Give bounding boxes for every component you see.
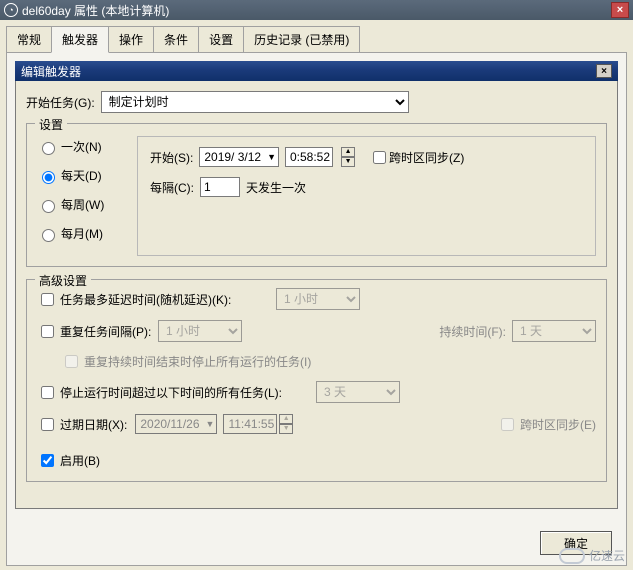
adv-expire-label: 过期日期(X): — [60, 416, 127, 433]
freq-daily[interactable]: 每天(D) — [37, 167, 133, 184]
freq-daily-label: 每天(D) — [61, 167, 102, 184]
freq-weekly-label: 每周(W) — [61, 196, 104, 213]
adv-stop-exceed-label: 停止运行时间超过以下时间的所有任务(L): — [60, 384, 316, 401]
window-close-button[interactable]: × — [611, 2, 629, 18]
start-row: 开始(S): 2019/ 3/12 ▼ 0:58:52 ▲ ▼ — [150, 147, 583, 167]
tab-actions[interactable]: 操作 — [108, 26, 154, 53]
spin-up-icon[interactable]: ▲ — [341, 147, 355, 157]
expire-time-value: 11:41:55 — [228, 417, 274, 431]
start-time-value: 0:58:52 — [290, 150, 330, 164]
adv-delay-checkbox[interactable] — [41, 293, 54, 306]
tab-settings[interactable]: 设置 — [198, 26, 244, 53]
adv-expire-row: 过期日期(X): 2020/11/26 ▼ 11:41:55 ▲ ▼ 跨时区同步… — [37, 413, 596, 435]
frequency-column: 一次(N) 每天(D) 每周(W) 每月(M) — [37, 132, 133, 256]
expire-tz-checkbox — [501, 418, 514, 431]
adv-duration-label: 持续时间(F): — [439, 323, 506, 340]
spin-up-icon: ▲ — [279, 414, 293, 424]
dialog-body: 开始任务(G): 制定计划时 设置 一次(N) 每天(D) — [15, 81, 618, 509]
recur-input[interactable] — [200, 177, 240, 197]
spin-down-icon: ▼ — [279, 424, 293, 434]
adv-repeat-row: 重复任务间隔(P): 1 小时 持续时间(F): 1 天 — [37, 320, 596, 342]
adv-stop-at-end-checkbox — [65, 355, 78, 368]
adv-delay-select[interactable]: 1 小时 — [276, 288, 360, 310]
adv-stop-exceed-select[interactable]: 3 天 — [316, 381, 400, 403]
settings-legend: 设置 — [35, 116, 67, 133]
chevron-down-icon[interactable]: ▼ — [206, 419, 215, 429]
freq-monthly-radio[interactable] — [42, 229, 55, 242]
begin-task-label: 开始任务(G): — [26, 94, 95, 111]
expire-time-spinner[interactable]: ▲ ▼ — [279, 414, 293, 434]
expire-date-value: 2020/11/26 — [140, 417, 199, 431]
spin-down-icon[interactable]: ▼ — [341, 157, 355, 167]
recur-label-pre: 每隔(C): — [150, 179, 194, 196]
cross-tz-checkbox[interactable] — [373, 151, 386, 164]
adv-enabled-row: 启用(B) — [37, 449, 596, 471]
window-title: del60day 属性 (本地计算机) — [22, 2, 169, 19]
begin-task-select[interactable]: 制定计划时 — [101, 91, 409, 113]
dialog-title: 编辑触发器 — [21, 63, 81, 80]
begin-task-row: 开始任务(G): 制定计划时 — [26, 91, 607, 113]
recur-label-post: 天发生一次 — [246, 179, 306, 196]
advanced-groupbox: 高级设置 任务最多延迟时间(随机延迟)(K): 1 小时 重复任务间隔(P): … — [26, 279, 607, 482]
dialog-titlebar: 编辑触发器 × — [15, 61, 618, 81]
cross-tz-row[interactable]: 跨时区同步(Z) — [369, 148, 464, 167]
recur-row: 每隔(C): 天发生一次 — [150, 177, 583, 197]
tabs-row: 常规 触发器 操作 条件 设置 历史记录 (已禁用) — [0, 20, 633, 53]
freq-monthly-label: 每月(M) — [61, 225, 103, 242]
app-icon: ◔ — [4, 3, 18, 17]
freq-weekly[interactable]: 每周(W) — [37, 196, 133, 213]
freq-weekly-radio[interactable] — [42, 200, 55, 213]
freq-daily-radio[interactable] — [42, 171, 55, 184]
start-label: 开始(S): — [150, 149, 193, 166]
adv-stop-at-end-row: 重复持续时间结束时停止所有运行的任务(I) — [61, 352, 596, 371]
adv-delay-label: 任务最多延迟时间(随机延迟)(K): — [60, 291, 276, 308]
advanced-legend: 高级设置 — [35, 272, 91, 289]
expire-date-picker[interactable]: 2020/11/26 ▼ — [135, 414, 217, 434]
frequency-detail-panel: 开始(S): 2019/ 3/12 ▼ 0:58:52 ▲ ▼ — [137, 136, 596, 256]
start-date-picker[interactable]: 2019/ 3/12 ▼ — [199, 147, 279, 167]
adv-repeat-checkbox[interactable] — [41, 325, 54, 338]
cross-tz-label: 跨时区同步(Z) — [389, 149, 464, 166]
adv-delay-row: 任务最多延迟时间(随机延迟)(K): 1 小时 — [37, 288, 596, 310]
start-date-value: 2019/ 3/12 — [204, 150, 261, 164]
adv-enabled-checkbox[interactable] — [41, 454, 54, 467]
chevron-down-icon[interactable]: ▼ — [267, 152, 276, 162]
tab-general[interactable]: 常规 — [6, 26, 52, 53]
adv-expire-checkbox[interactable] — [41, 418, 54, 431]
adv-repeat-select[interactable]: 1 小时 — [158, 320, 242, 342]
settings-groupbox: 设置 一次(N) 每天(D) 每周(W) — [26, 123, 607, 267]
button-row: 确定 — [540, 531, 612, 555]
adv-enabled-label: 启用(B) — [60, 452, 100, 469]
freq-once-radio[interactable] — [42, 142, 55, 155]
adv-repeat-label: 重复任务间隔(P): — [60, 323, 158, 340]
start-time-picker[interactable]: 0:58:52 — [285, 147, 333, 167]
expire-tz-row: 跨时区同步(E) — [497, 415, 596, 434]
freq-once-label: 一次(N) — [61, 138, 102, 155]
window-titlebar: ◔ del60day 属性 (本地计算机) × — [0, 0, 633, 20]
ok-button[interactable]: 确定 — [540, 531, 612, 555]
adv-stop-at-end-label: 重复持续时间结束时停止所有运行的任务(I) — [84, 353, 311, 370]
freq-monthly[interactable]: 每月(M) — [37, 225, 133, 242]
adv-stop-exceed-row: 停止运行时间超过以下时间的所有任务(L): 3 天 — [37, 381, 596, 403]
adv-duration-select[interactable]: 1 天 — [512, 320, 596, 342]
adv-stop-exceed-checkbox[interactable] — [41, 386, 54, 399]
freq-once[interactable]: 一次(N) — [37, 138, 133, 155]
tab-history[interactable]: 历史记录 (已禁用) — [243, 26, 360, 53]
tab-panel: 编辑触发器 × 开始任务(G): 制定计划时 设置 一次(N) — [6, 52, 627, 566]
expire-tz-label: 跨时区同步(E) — [520, 416, 596, 433]
time-spinner[interactable]: ▲ ▼ — [341, 147, 355, 167]
tab-conditions[interactable]: 条件 — [153, 26, 199, 53]
expire-time-picker[interactable]: 11:41:55 — [223, 414, 277, 434]
tab-triggers[interactable]: 触发器 — [51, 26, 109, 53]
dialog-close-button[interactable]: × — [596, 64, 612, 78]
